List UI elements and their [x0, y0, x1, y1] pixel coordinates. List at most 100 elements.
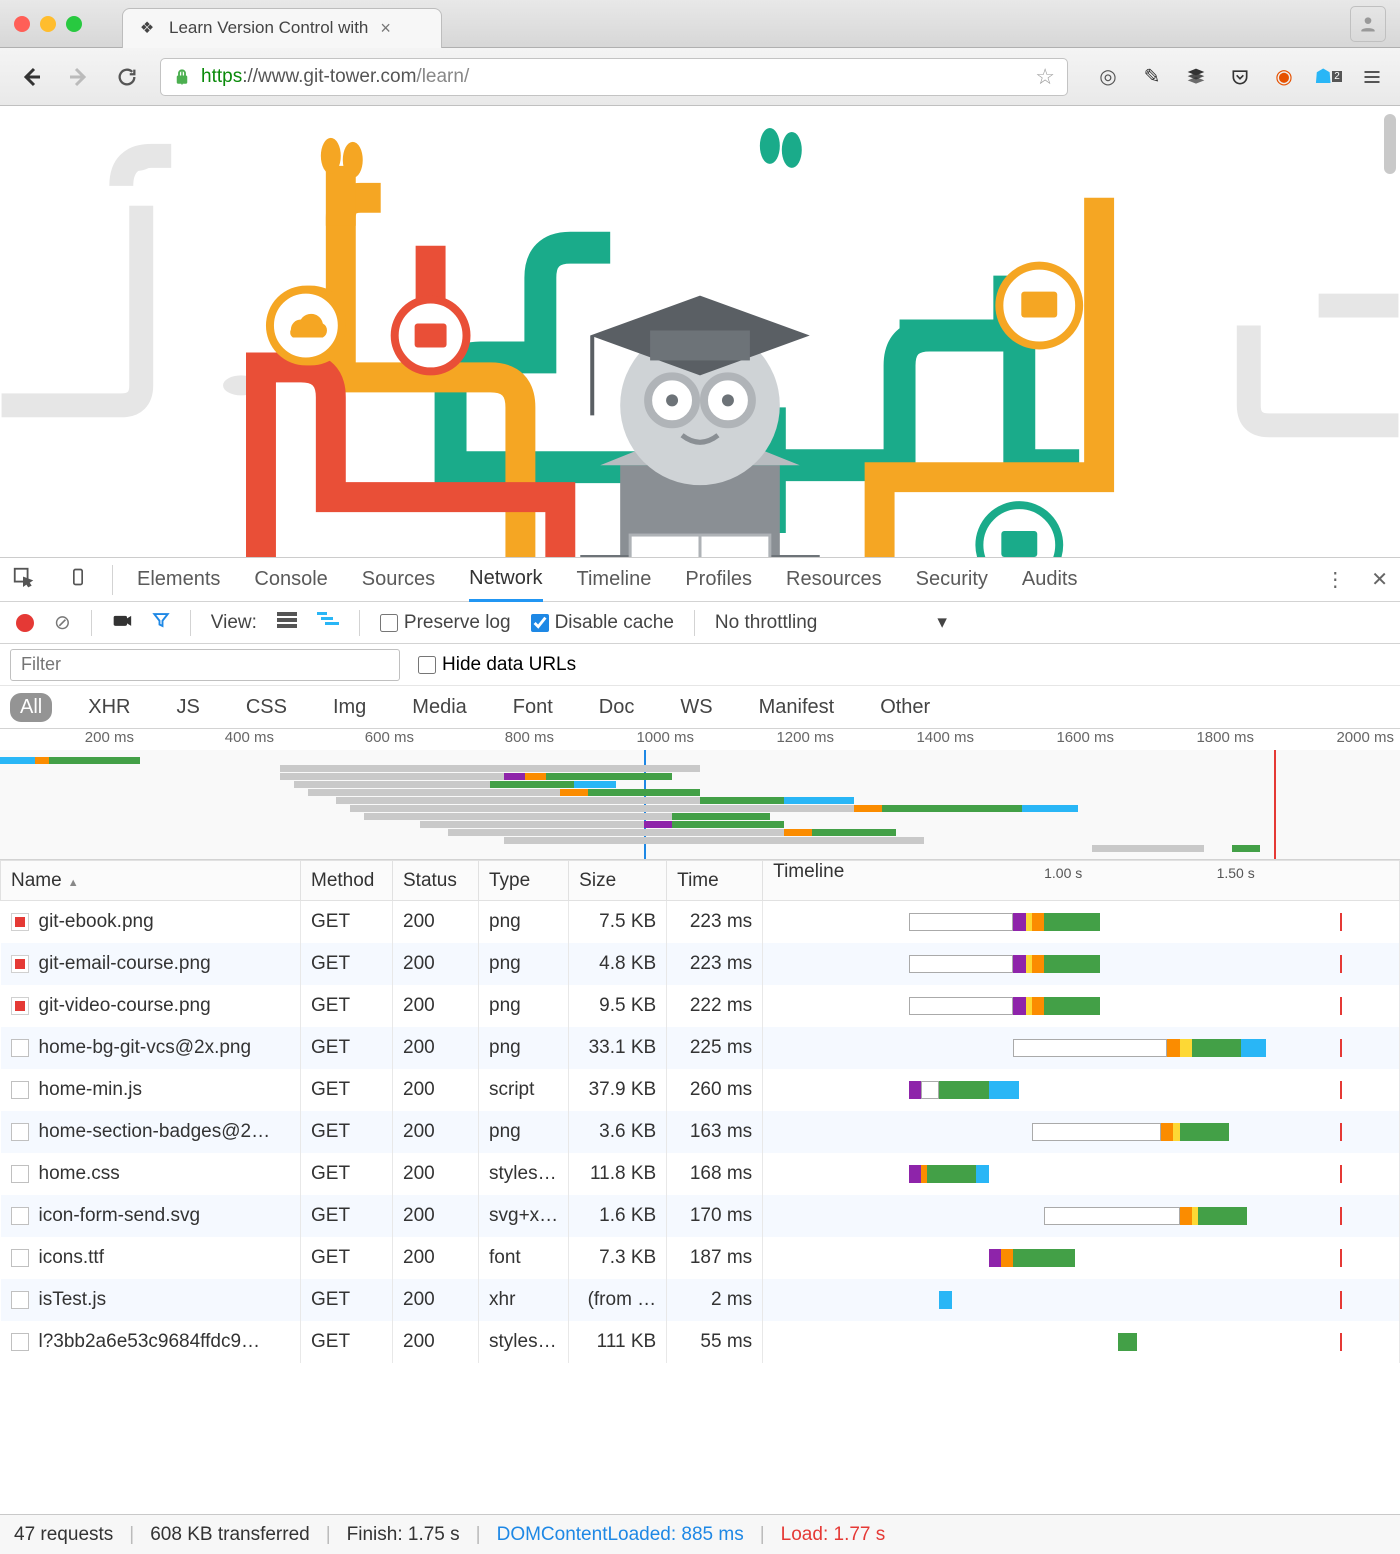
table-row[interactable]: icons.ttf GET 200 font 7.3 KB 187 ms	[1, 1237, 1400, 1279]
col-timeline[interactable]: Timeline 1.00 s 1.50 s	[763, 861, 1400, 901]
devtools-tab-elements[interactable]: Elements	[137, 559, 220, 600]
request-waterfall	[763, 901, 1400, 943]
type-filter-xhr[interactable]: XHR	[78, 693, 140, 722]
devtools-tab-console[interactable]: Console	[254, 559, 327, 600]
devtools-tab-profiles[interactable]: Profiles	[685, 559, 752, 600]
menu-icon[interactable]	[1360, 65, 1384, 89]
close-devtools-icon[interactable]: ✕	[1371, 567, 1388, 592]
file-icon	[11, 1123, 29, 1141]
file-icon	[11, 1291, 29, 1309]
back-button[interactable]	[16, 62, 46, 92]
request-status: 200	[393, 943, 479, 985]
devtools-tab-sources[interactable]: Sources	[362, 559, 435, 600]
table-row[interactable]: icon-form-send.svg GET 200 svg+x… 1.6 KB…	[1, 1195, 1400, 1237]
devtools-tab-audits[interactable]: Audits	[1022, 559, 1078, 600]
buffer-icon[interactable]	[1184, 65, 1208, 89]
view-waterfall-icon[interactable]	[317, 612, 339, 634]
table-row[interactable]: isTest.js GET 200 xhr (from … 2 ms	[1, 1279, 1400, 1321]
request-waterfall	[763, 985, 1400, 1027]
table-row[interactable]: home.css GET 200 styles… 11.8 KB 168 ms	[1, 1153, 1400, 1195]
table-row[interactable]: home-bg-git-vcs@2x.png GET 200 png 33.1 …	[1, 1027, 1400, 1069]
device-icon[interactable]	[68, 567, 88, 593]
devtools-tab-security[interactable]: Security	[916, 559, 988, 600]
close-window-button[interactable]	[14, 16, 30, 32]
disable-cache-checkbox[interactable]: Disable cache	[531, 612, 674, 634]
request-size: 1.6 KB	[569, 1195, 667, 1237]
table-row[interactable]: home-min.js GET 200 script 37.9 KB 260 m…	[1, 1069, 1400, 1111]
filter-icon[interactable]	[152, 611, 170, 634]
request-status: 200	[393, 1069, 479, 1111]
col-name[interactable]: Name	[1, 861, 301, 901]
request-type: script	[479, 1069, 569, 1111]
timeline-overview[interactable]	[0, 750, 1400, 860]
clear-button[interactable]: ⊘	[54, 610, 71, 635]
inspect-icon[interactable]	[12, 566, 34, 594]
filter-row: Hide data URLs	[0, 644, 1400, 686]
screenshot-icon[interactable]	[112, 612, 132, 633]
col-status[interactable]: Status	[393, 861, 479, 901]
type-filter-media[interactable]: Media	[402, 693, 476, 722]
type-filter-manifest[interactable]: Manifest	[749, 693, 845, 722]
hero-illustration	[0, 106, 1400, 557]
timeline-tick: 1000 ms	[560, 729, 700, 750]
throttle-select[interactable]: No throttling ▾	[715, 611, 947, 634]
request-size: 3.6 KB	[569, 1111, 667, 1153]
extension-icon[interactable]: ◎	[1096, 65, 1120, 89]
col-size[interactable]: Size	[569, 861, 667, 901]
request-method: GET	[301, 1069, 393, 1111]
request-waterfall	[763, 1237, 1400, 1279]
ghostery-icon[interactable]: ☗2	[1316, 65, 1340, 89]
evernote-icon[interactable]: ✎	[1140, 65, 1164, 89]
devtools-tab-timeline[interactable]: Timeline	[577, 559, 652, 600]
request-method: GET	[301, 1237, 393, 1279]
view-large-icon[interactable]	[277, 612, 297, 634]
type-filter-img[interactable]: Img	[323, 693, 376, 722]
table-row[interactable]: git-email-course.png GET 200 png 4.8 KB …	[1, 943, 1400, 985]
col-method[interactable]: Method	[301, 861, 393, 901]
close-tab-icon[interactable]: ×	[380, 18, 391, 39]
type-filter-font[interactable]: Font	[503, 693, 563, 722]
request-name: git-email-course.png	[39, 953, 211, 975]
type-filter-doc[interactable]: Doc	[589, 693, 645, 722]
file-icon	[11, 1207, 29, 1225]
col-type[interactable]: Type	[479, 861, 569, 901]
minimize-window-button[interactable]	[40, 16, 56, 32]
table-row[interactable]: home-section-badges@2… GET 200 png 3.6 K…	[1, 1111, 1400, 1153]
profile-button[interactable]	[1350, 6, 1386, 42]
browser-toolbar: https ://www.git-tower.com /learn/ ☆ ◎ ✎…	[0, 48, 1400, 106]
table-row[interactable]: git-video-course.png GET 200 png 9.5 KB …	[1, 985, 1400, 1027]
favicon-icon: ❖	[137, 18, 157, 38]
type-filter-all[interactable]: All	[10, 693, 52, 722]
browser-tab[interactable]: ❖ Learn Version Control with ×	[122, 8, 442, 48]
table-row[interactable]: git-ebook.png GET 200 png 7.5 KB 223 ms	[1, 901, 1400, 943]
type-filter-js[interactable]: JS	[166, 693, 209, 722]
forward-button[interactable]	[64, 62, 94, 92]
type-filter-ws[interactable]: WS	[670, 693, 722, 722]
reload-button[interactable]	[112, 62, 142, 92]
pocket-icon[interactable]	[1228, 65, 1252, 89]
request-time: 163 ms	[667, 1111, 763, 1153]
devtools-tab-network[interactable]: Network	[469, 558, 542, 602]
more-icon[interactable]: ⋮	[1325, 567, 1345, 592]
filter-input[interactable]	[10, 649, 400, 681]
devtools-tab-resources[interactable]: Resources	[786, 559, 882, 600]
type-filter-css[interactable]: CSS	[236, 693, 297, 722]
preserve-log-checkbox[interactable]: Preserve log	[380, 612, 511, 634]
extension-eye-icon[interactable]: ◉	[1272, 65, 1296, 89]
request-waterfall	[763, 1069, 1400, 1111]
bookmark-star-icon[interactable]: ☆	[1035, 64, 1055, 90]
table-row[interactable]: l?3bb2a6e53c9684ffdc9… GET 200 styles… 1…	[1, 1321, 1400, 1363]
timeline-tick: 1600 ms	[980, 729, 1120, 750]
window-titlebar: ❖ Learn Version Control with ×	[0, 0, 1400, 48]
hide-data-urls-checkbox[interactable]: Hide data URLs	[418, 654, 576, 676]
timeline-mark: 1.50 s	[1217, 865, 1255, 881]
maximize-window-button[interactable]	[66, 16, 82, 32]
scrollbar[interactable]	[1384, 114, 1396, 174]
record-button[interactable]	[16, 614, 34, 632]
address-bar[interactable]: https ://www.git-tower.com /learn/ ☆	[160, 58, 1068, 96]
col-time[interactable]: Time	[667, 861, 763, 901]
status-requests: 47 requests	[14, 1524, 113, 1546]
type-filter-other[interactable]: Other	[870, 693, 940, 722]
network-table-wrap: Name Method Status Type Size Time Timeli…	[0, 860, 1400, 1414]
timeline-ruler: 200 ms400 ms600 ms800 ms1000 ms1200 ms14…	[0, 728, 1400, 750]
